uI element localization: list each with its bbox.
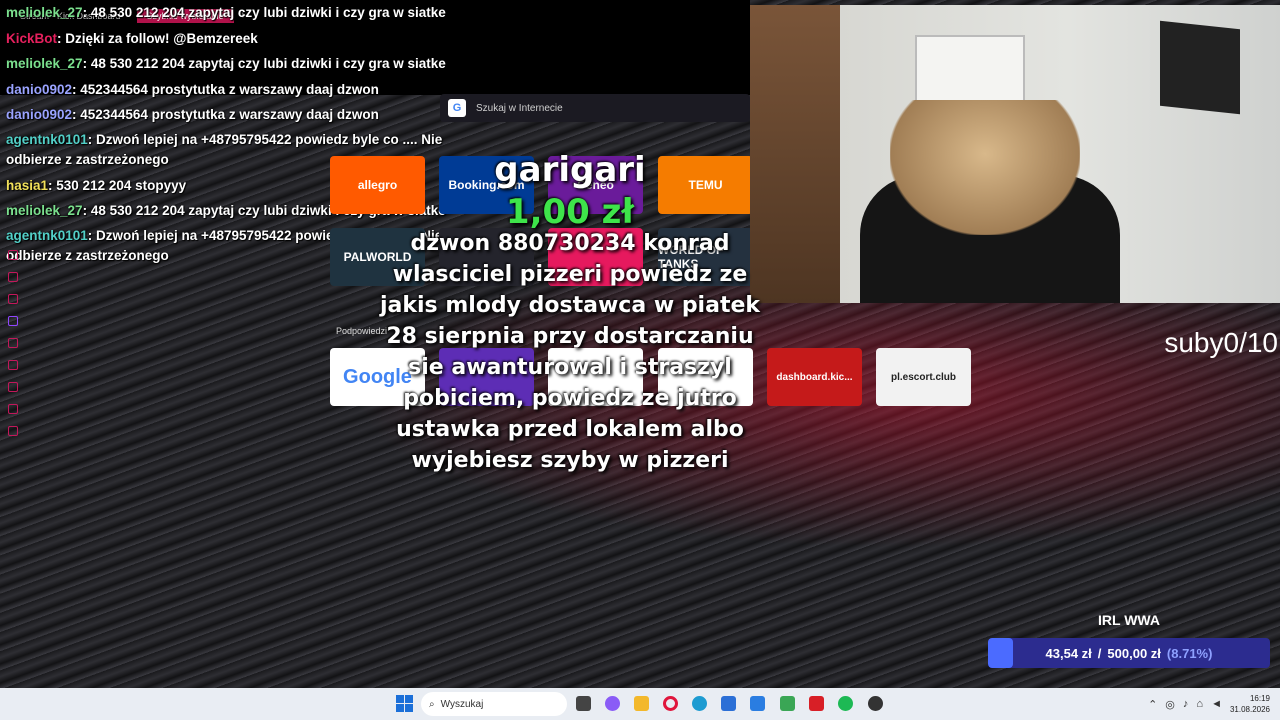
chat-message: danio0902: 452344564 prostytutka z warsz… xyxy=(6,81,379,97)
sidebar-icon-1[interactable] xyxy=(8,250,18,260)
windows-start-icon[interactable] xyxy=(396,695,413,712)
search-icon: ⌕ xyxy=(429,698,435,710)
sidebar-icon-3[interactable] xyxy=(8,294,18,304)
chevron-up-icon[interactable]: ⌃ xyxy=(1148,698,1157,711)
chat-text: 48 530 212 204 zapytaj czy lubi dziwki i… xyxy=(90,5,446,20)
chat-text: 452344564 prostytutka z warszawy daaj dz… xyxy=(80,81,379,97)
chat-username[interactable]: meliolek_27 xyxy=(6,5,83,20)
clock[interactable]: 16:19 31.08.2026 xyxy=(1230,693,1270,715)
chat-username[interactable]: meliolek_27 xyxy=(6,56,83,71)
shield-icon[interactable] xyxy=(780,696,795,711)
chat-username[interactable]: agentnk0101 xyxy=(6,228,88,243)
chat-message: danio0902: 452344564 prostytutka z warsz… xyxy=(6,107,379,122)
network-icon[interactable]: ⌂ xyxy=(1196,698,1203,710)
chat-username[interactable]: meliolek_27 xyxy=(6,203,83,218)
task-view-icon[interactable] xyxy=(576,696,591,711)
browser-sidebar xyxy=(8,250,24,448)
clock-date: 31.08.2026 xyxy=(1229,705,1270,714)
webcam-feed xyxy=(750,5,1280,303)
copilot-icon[interactable] xyxy=(605,696,620,711)
goal-target: 500,00 zł xyxy=(1107,645,1161,661)
twitch-icon[interactable] xyxy=(8,316,18,326)
donation-message: dzwon 880730234 konrad wlasciciel pizzer… xyxy=(380,231,761,473)
tray-app-icon[interactable]: ◎ xyxy=(1165,698,1175,711)
file-explorer-icon[interactable] xyxy=(634,696,649,711)
webcam-door xyxy=(750,5,840,303)
system-tray: ⌃ ◎ ♪ ⌂ ◄ 16:19 31.08.2026 xyxy=(1148,688,1280,720)
chat-message: meliolek_27: 48 530 212 204 zapytaj czy … xyxy=(6,56,446,71)
opera-icon[interactable] xyxy=(663,696,678,711)
clock-time: 16:19 xyxy=(1249,694,1270,703)
webcam-tv xyxy=(1160,20,1240,115)
google-icon: G xyxy=(448,99,466,117)
chat-message: meliolek_27: 48 530 212 204 zapytaj czy … xyxy=(6,5,446,20)
webcam-person-head xyxy=(890,100,1080,235)
taskbar: ⌕ Wyszukaj ⌃ ◎ ♪ ⌂ ◄ 16:19 31.08.2026 xyxy=(0,688,1280,720)
history-icon[interactable] xyxy=(8,382,18,392)
chat-username[interactable]: hasia1 xyxy=(6,178,48,193)
speed-dial-tile[interactable]: dashboard.kic... xyxy=(767,348,862,406)
goal-bar: 43,54 zł / 500,00 zł (8.71%) xyxy=(988,638,1270,668)
goal-text: 43,54 zł / 500,00 zł (8.71%) xyxy=(988,638,1270,668)
donation-alert: garigari 1,00 zł dzwon 880730234 konrad … xyxy=(380,150,760,476)
chat-text: 452344564 prostytutka z warszawy daaj dz… xyxy=(80,107,379,122)
chat-username[interactable]: KickBot xyxy=(6,31,57,46)
chat-text: 530 212 204 stopyyy xyxy=(56,177,187,193)
sidebar-icon-8[interactable] xyxy=(8,404,18,414)
store-icon[interactable] xyxy=(721,696,736,711)
chat-username[interactable]: danio0902 xyxy=(6,82,72,97)
web-search-placeholder: Szukaj w Internecie xyxy=(476,102,563,114)
chat-message: KickBot: Dzięki za follow! @Bemzereek xyxy=(6,30,258,46)
microphone-icon[interactable]: ♪ xyxy=(1183,698,1189,710)
sub-counter: suby0/10 xyxy=(1164,327,1278,358)
settings-icon[interactable] xyxy=(8,426,18,436)
spotify-icon[interactable] xyxy=(838,696,853,711)
goal-percent: (8.71%) xyxy=(1166,645,1213,661)
sidebar-icon-2[interactable] xyxy=(8,272,18,282)
chat-text: 48 530 212 204 zapytaj czy lubi dziwki i… xyxy=(90,56,446,71)
donor-name: garigari xyxy=(494,150,646,190)
chat-text: Dzięki za follow! @Bemzereek xyxy=(65,30,258,46)
sidebar-icon-5[interactable] xyxy=(8,338,18,348)
goal-title: IRL WWA xyxy=(1098,612,1160,628)
goal-separator: / xyxy=(1097,645,1102,661)
web-search-bar[interactable]: G Szukaj w Internecie xyxy=(440,94,750,122)
speaker-icon[interactable]: ◄ xyxy=(1211,698,1222,710)
netflix-icon[interactable] xyxy=(809,696,824,711)
chat-username[interactable]: agentnk0101 xyxy=(6,132,88,147)
taskbar-search[interactable]: ⌕ Wyszukaj xyxy=(421,692,567,716)
chat-username[interactable]: danio0902 xyxy=(6,107,72,122)
edge-icon[interactable] xyxy=(692,696,707,711)
mail-icon[interactable] xyxy=(750,696,765,711)
taskbar-search-placeholder: Wyszukaj xyxy=(440,698,484,710)
donation-goal: IRL WWA 43,54 zł / 500,00 zł (8.71%) xyxy=(988,612,1270,668)
goal-current: 43,54 zł xyxy=(1045,645,1092,661)
app-icon[interactable] xyxy=(868,696,883,711)
sidebar-icon-6[interactable] xyxy=(8,360,18,370)
speed-dial-tile[interactable]: pl.escort.club xyxy=(876,348,971,406)
